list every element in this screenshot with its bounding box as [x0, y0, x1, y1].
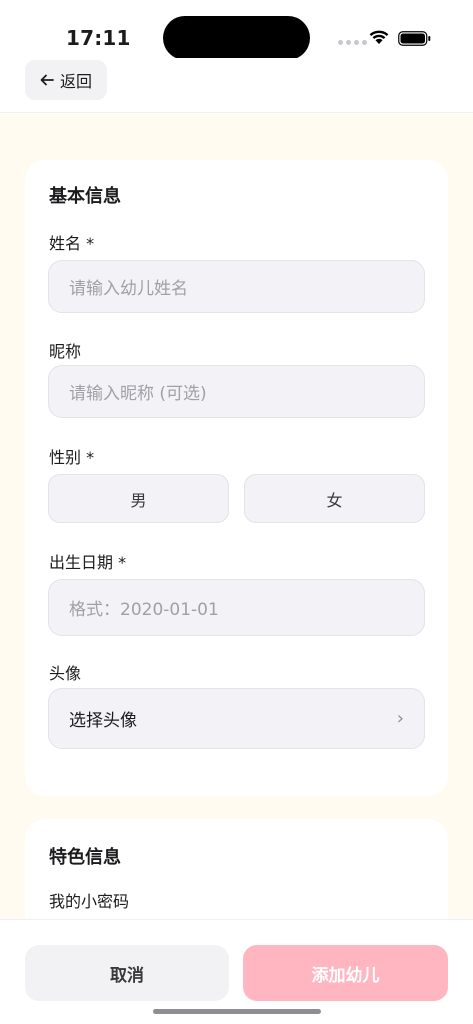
- battery-icon: [398, 31, 431, 46]
- nav-header: 返回: [0, 58, 473, 113]
- birthday-placeholder: 格式：2020-01-01: [69, 600, 219, 620]
- nickname-placeholder: 请输入昵称 (可选): [69, 384, 207, 404]
- home-indicator: [153, 1009, 321, 1014]
- gender-label: 性别 *: [49, 448, 95, 467]
- birthday-label: 出生日期 *: [49, 553, 127, 572]
- bottom-action-bar: 取消 添加幼儿: [0, 919, 473, 1024]
- back-label: 返回: [59, 72, 92, 91]
- gender-female-button[interactable]: 女: [244, 474, 425, 523]
- name-placeholder: 请输入幼儿姓名: [69, 279, 188, 299]
- avatar-select-button[interactable]: 选择头像 ›: [48, 688, 425, 749]
- signal-icon: [338, 40, 367, 45]
- basic-info-card: 基本信息 姓名 * 请输入幼儿姓名 昵称 请输入昵称 (可选) 性别 * 男 女…: [25, 160, 448, 796]
- gender-male-button[interactable]: 男: [48, 474, 229, 523]
- chevron-right-icon: ›: [396, 708, 404, 729]
- section-title-feature: 特色信息: [49, 847, 121, 868]
- section-title-basic: 基本信息: [49, 186, 121, 207]
- dynamic-island: [163, 16, 310, 60]
- feature-info-card: 特色信息 我的小密码: [25, 819, 448, 919]
- avatar-select-label: 选择头像: [69, 711, 137, 731]
- add-child-button[interactable]: 添加幼儿: [243, 945, 448, 1001]
- nickname-label: 昵称: [49, 342, 82, 361]
- cancel-button[interactable]: 取消: [25, 945, 229, 1001]
- nickname-input[interactable]: 请输入昵称 (可选): [48, 365, 425, 418]
- name-label: 姓名 *: [49, 234, 95, 253]
- birthday-input[interactable]: 格式：2020-01-01: [48, 579, 425, 636]
- back-button[interactable]: 返回: [25, 60, 107, 100]
- form-scroll-area[interactable]: 基本信息 姓名 * 请输入幼儿姓名 昵称 请输入昵称 (可选) 性别 * 男 女…: [0, 114, 473, 919]
- avatar-label: 头像: [49, 664, 82, 683]
- arrow-left-icon: [40, 74, 54, 86]
- status-time: 17:11: [66, 26, 131, 50]
- status-bar: 17:11: [0, 0, 473, 60]
- name-input[interactable]: 请输入幼儿姓名: [48, 260, 425, 313]
- wifi-icon: [369, 30, 389, 44]
- secret-label: 我的小密码: [49, 892, 130, 911]
